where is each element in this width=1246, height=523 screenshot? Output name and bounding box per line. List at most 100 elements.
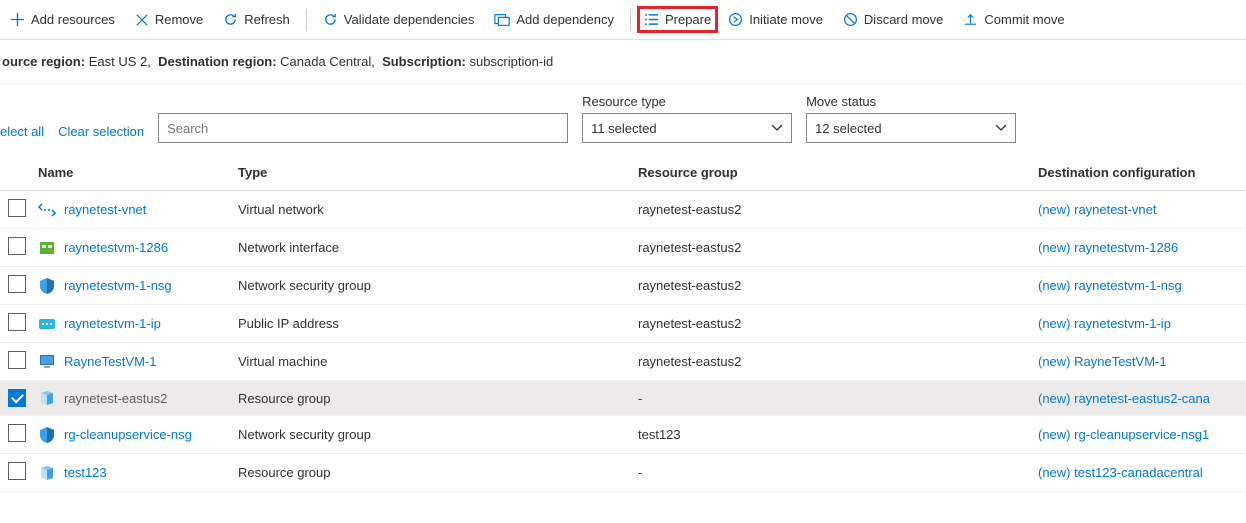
- col-header-resource-group[interactable]: Resource group: [630, 155, 1030, 191]
- refresh-label: Refresh: [244, 12, 290, 27]
- destination-link[interactable]: (new) RayneTestVM-1: [1038, 354, 1167, 369]
- table-row[interactable]: RayneTestVM-1Virtual machineraynetest-ea…: [0, 343, 1246, 381]
- context-info: ource region: East US 2, Destination reg…: [0, 40, 1246, 84]
- destination-link[interactable]: (new) raynetestvm-1286: [1038, 240, 1178, 255]
- nic-icon: [38, 239, 56, 257]
- resource-group-cell: raynetest-eastus2: [630, 343, 1030, 381]
- resource-type-dropdown[interactable]: 11 selected: [582, 113, 792, 143]
- resource-name-link[interactable]: rg-cleanupservice-nsg: [64, 427, 192, 442]
- resource-type-cell: Virtual network: [230, 191, 630, 229]
- chevron-down-icon: [771, 124, 783, 132]
- destination-region-label: Destination region:: [158, 54, 276, 69]
- validate-dependencies-button[interactable]: Validate dependencies: [313, 6, 485, 33]
- resource-group-cell: raynetest-eastus2: [630, 191, 1030, 229]
- table-row[interactable]: raynetestvm-1286 Network interfaceraynete…: [0, 229, 1246, 267]
- validate-dependencies-label: Validate dependencies: [344, 12, 475, 27]
- move-status-value: 12 selected: [815, 121, 882, 136]
- col-header-type[interactable]: Type: [230, 155, 630, 191]
- table-row[interactable]: raynetest-eastus2 Resource group-(new) ra…: [0, 381, 1246, 416]
- table-row[interactable]: raynetest-vnet Virtual networkraynetest-e…: [0, 191, 1246, 229]
- move-status-dropdown[interactable]: 12 selected: [806, 113, 1016, 143]
- col-header-destination[interactable]: Destination configuration: [1030, 155, 1246, 191]
- initiate-move-button[interactable]: Initiate move: [718, 6, 833, 33]
- prepare-button[interactable]: Prepare: [637, 6, 718, 33]
- search-input[interactable]: [158, 113, 568, 143]
- destination-link[interactable]: (new) raynetestvm-1-ip: [1038, 316, 1171, 331]
- prohibit-icon: [843, 12, 858, 27]
- refresh-button[interactable]: Refresh: [213, 6, 300, 33]
- subscription-label: Subscription:: [382, 54, 466, 69]
- upload-icon: [963, 12, 978, 27]
- resource-group-cell: -: [630, 454, 1030, 492]
- add-dependency-button[interactable]: Add dependency: [484, 6, 624, 33]
- resource-group-cell: -: [630, 381, 1030, 416]
- remove-label: Remove: [155, 12, 203, 27]
- source-region-value: East US 2,: [89, 54, 151, 69]
- destination-region-value: Canada Central,: [280, 54, 375, 69]
- resource-type-cell: Network security group: [230, 416, 630, 454]
- rg-icon: [38, 464, 56, 482]
- initiate-move-label: Initiate move: [749, 12, 823, 27]
- destination-link[interactable]: (new) raynetest-eastus2-cana: [1038, 391, 1210, 406]
- row-checkbox[interactable]: [8, 275, 26, 293]
- toolbar: Add resources Remove Refresh Validate de…: [0, 0, 1246, 40]
- add-resources-button[interactable]: Add resources: [0, 6, 125, 33]
- destination-link[interactable]: (new) raynetest-vnet: [1038, 202, 1157, 217]
- resource-type-cell: Resource group: [230, 454, 630, 492]
- row-checkbox[interactable]: [8, 424, 26, 442]
- discard-move-button[interactable]: Discard move: [833, 6, 953, 33]
- row-checkbox[interactable]: [8, 313, 26, 331]
- destination-link[interactable]: (new) raynetestvm-1-nsg: [1038, 278, 1182, 293]
- x-icon: [135, 13, 149, 27]
- destination-link[interactable]: (new) test123-canadacentral: [1038, 465, 1203, 480]
- add-dependency-icon: [494, 13, 510, 27]
- resource-name-link[interactable]: raynetestvm-1-nsg: [64, 278, 172, 293]
- table-row[interactable]: raynetestvm-1-ipPublic IP addressraynete…: [0, 305, 1246, 343]
- resource-name-link: raynetest-eastus2: [64, 391, 167, 406]
- filter-row: elect all Clear selection Resource type …: [0, 84, 1246, 155]
- resource-type-label: Resource type: [582, 94, 792, 109]
- subscription-value: subscription-id: [469, 54, 553, 69]
- select-all-link[interactable]: elect all: [0, 124, 44, 143]
- resource-name-link[interactable]: raynetestvm-1-ip: [64, 316, 161, 331]
- table-row[interactable]: test123 Resource group-(new) test123-cana…: [0, 454, 1246, 492]
- resource-type-cell: Public IP address: [230, 305, 630, 343]
- ip-icon: [38, 315, 56, 333]
- add-resources-label: Add resources: [31, 12, 115, 27]
- move-status-label: Move status: [806, 94, 1016, 109]
- vm-icon: [38, 353, 56, 371]
- resource-type-value: 11 selected: [591, 121, 657, 136]
- list-icon: [644, 13, 659, 26]
- row-checkbox[interactable]: [8, 351, 26, 369]
- validate-icon: [323, 12, 338, 27]
- add-dependency-label: Add dependency: [516, 12, 614, 27]
- row-checkbox[interactable]: [8, 199, 26, 217]
- prepare-label: Prepare: [665, 12, 711, 27]
- remove-button[interactable]: Remove: [125, 6, 213, 33]
- resource-name-link[interactable]: RayneTestVM-1: [64, 354, 156, 369]
- resource-type-cell: Resource group: [230, 381, 630, 416]
- plus-icon: [10, 12, 25, 27]
- table-row[interactable]: raynetestvm-1-nsgNetwork security groupr…: [0, 267, 1246, 305]
- row-checkbox[interactable]: [8, 237, 26, 255]
- col-header-name[interactable]: Name: [30, 155, 230, 191]
- resources-table: Name Type Resource group Destination con…: [0, 155, 1246, 492]
- nsg-icon: [38, 277, 56, 295]
- table-row[interactable]: rg-cleanupservice-nsg Network security gr…: [0, 416, 1246, 454]
- destination-link[interactable]: (new) rg-cleanupservice-nsg1: [1038, 427, 1209, 442]
- toolbar-separator: [306, 9, 307, 31]
- clear-selection-link[interactable]: Clear selection: [58, 124, 144, 143]
- nsg-icon: [38, 426, 56, 444]
- resource-type-cell: Network interface: [230, 229, 630, 267]
- source-region-label: ource region:: [2, 54, 85, 69]
- commit-move-button[interactable]: Commit move: [953, 6, 1074, 33]
- resource-name-link[interactable]: raynetest-vnet: [64, 202, 146, 217]
- arrow-right-circle-icon: [728, 12, 743, 27]
- row-checkbox[interactable]: [8, 462, 26, 480]
- discard-move-label: Discard move: [864, 12, 943, 27]
- resource-name-link[interactable]: raynetestvm-1286: [64, 240, 168, 255]
- row-checkbox[interactable]: [8, 389, 26, 407]
- resource-name-link[interactable]: test123: [64, 465, 107, 480]
- resource-group-cell: raynetest-eastus2: [630, 229, 1030, 267]
- resource-group-cell: test123: [630, 416, 1030, 454]
